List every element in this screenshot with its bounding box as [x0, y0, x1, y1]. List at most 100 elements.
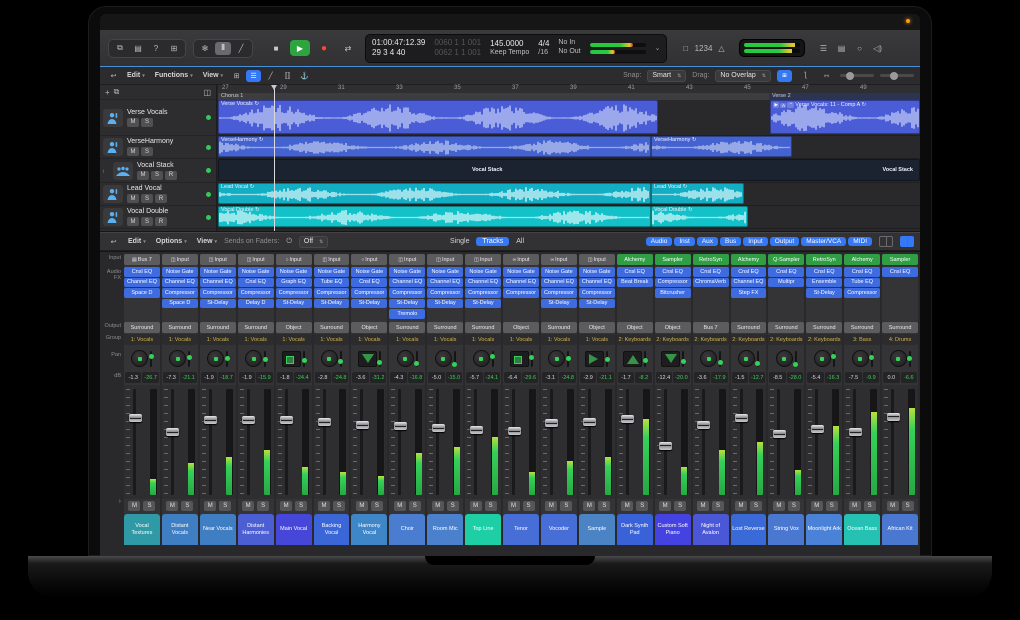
fx-plugin-st-delay[interactable]: St-Delay — [465, 299, 501, 309]
mute-button[interactable]: M — [318, 501, 330, 511]
group-slot[interactable]: 1: Vocals — [276, 334, 312, 345]
pan-mini-slider[interactable] — [340, 351, 342, 367]
pencil-icon[interactable]: ╱ — [233, 42, 249, 55]
fx-plugin-noise-gate[interactable]: Noise Gate — [200, 267, 236, 277]
vertical-zoom-slider[interactable] — [840, 74, 874, 77]
fx-plugin-tremolo[interactable]: Tremolo — [389, 309, 425, 319]
fx-plugin-tube-eq[interactable]: Tube EQ — [314, 278, 350, 288]
output-slot[interactable]: Object — [617, 322, 653, 333]
mute-button[interactable]: M — [773, 501, 785, 511]
pan-knob[interactable] — [321, 350, 338, 367]
channel-name[interactable]: Distant Harmonies — [238, 514, 274, 545]
duplicate-track-icon[interactable]: ⧉ — [114, 87, 120, 97]
mute-button[interactable]: M — [508, 501, 520, 511]
menu-view[interactable]: View▾ — [203, 72, 223, 79]
fx-plugin-st-delay[interactable]: St-Delay — [276, 299, 312, 309]
group-slot[interactable]: 3: Bass — [844, 334, 880, 345]
pan-control[interactable] — [238, 346, 274, 371]
fader-cap[interactable] — [508, 427, 521, 435]
channel-name[interactable]: Night of Avalon — [693, 514, 729, 545]
solo-button[interactable]: S — [181, 501, 193, 511]
group-slot[interactable]: 1: Vocals — [162, 334, 198, 345]
pan-knob[interactable] — [245, 350, 262, 367]
fx-plugin-cnsl-eq[interactable]: Cnsl EQ — [617, 267, 653, 277]
fx-plugin-compressor[interactable]: Compressor — [465, 288, 501, 298]
filter-master-vca[interactable]: Master/VCA — [801, 237, 846, 246]
track-sort-icon[interactable]: ◫ — [203, 88, 211, 97]
fx-plugin-space-d[interactable]: Space D — [124, 288, 160, 298]
play-button[interactable]: ▶ — [290, 40, 310, 56]
mute-button[interactable]: M — [887, 501, 899, 511]
cycle-button[interactable]: ⇄ — [338, 40, 358, 56]
input-slot[interactable]: ◫Input — [200, 254, 236, 265]
input-slot[interactable]: ∞Input — [541, 254, 577, 265]
input-slot[interactable]: ◫Input — [162, 254, 198, 265]
channel-name[interactable]: Vocoder — [541, 514, 577, 545]
fx-plugin-channel-eq[interactable]: Channel EQ — [541, 278, 577, 288]
pan-knob[interactable] — [890, 350, 907, 367]
pan-mini-slider[interactable] — [226, 351, 228, 367]
mixer-menu-options[interactable]: Options▾ — [156, 238, 187, 245]
fx-plugin-noise-gate[interactable]: Noise Gate — [541, 267, 577, 277]
horizontal-zoom-slider[interactable] — [880, 74, 914, 77]
mute-button[interactable]: M — [356, 501, 368, 511]
output-slot[interactable]: Object — [276, 322, 312, 333]
fx-plugin-compressor[interactable]: Compressor — [579, 288, 615, 298]
channel-name[interactable]: Vocal Textures — [124, 514, 160, 545]
fx-plugin-compressor[interactable]: Compressor — [200, 288, 236, 298]
mute-button[interactable]: M — [127, 147, 139, 156]
solo-button[interactable]: S — [636, 501, 648, 511]
pan-control[interactable] — [503, 346, 539, 371]
fx-plugin-cnsl-eq[interactable]: Cnsl EQ — [806, 267, 842, 277]
fx-plugin-st-delay[interactable]: St-Delay — [806, 288, 842, 298]
fx-plugin-channel-eq[interactable]: Channel EQ — [124, 278, 160, 288]
input-slot[interactable]: ○Input — [276, 254, 312, 265]
fx-plugin-noise-gate[interactable]: Noise Gate — [276, 267, 312, 277]
solo-button[interactable]: S — [151, 171, 163, 180]
fx-plugin-cnsl-eq[interactable]: Cnsl EQ — [655, 267, 691, 277]
fx-plugin-delay-d[interactable]: Delay D — [238, 299, 274, 309]
output-slot[interactable]: Surround — [882, 322, 918, 333]
apple-loops-icon[interactable]: ○ — [851, 42, 867, 55]
fader-cap[interactable] — [735, 414, 748, 422]
output-slot[interactable]: Surround — [238, 322, 274, 333]
power-icon[interactable]: ⏻ — [286, 238, 292, 246]
grid-icon[interactable]: ⊞ — [229, 70, 244, 82]
mute-button[interactable]: M — [432, 501, 444, 511]
fx-plugin-beat-break[interactable]: Beat Break — [617, 278, 653, 288]
solo-icon[interactable]: □ — [677, 42, 693, 55]
input-slot[interactable]: RetroSyn — [693, 254, 729, 265]
list-icon[interactable]: ☰ — [246, 70, 261, 82]
mute-button[interactable]: M — [659, 501, 671, 511]
channel-name[interactable]: Backing Vocal — [314, 514, 350, 545]
channel-name[interactable]: String Vox — [768, 514, 804, 545]
record-enable-button[interactable]: R — [155, 194, 167, 203]
channel-name[interactable]: Tenor — [503, 514, 539, 545]
output-slot[interactable]: Bus 7 — [693, 322, 729, 333]
pan-mini-slider[interactable] — [757, 351, 759, 367]
track-header-vocal-double[interactable]: Vocal DoubleMSR — [100, 206, 216, 229]
marker-chorus-1[interactable]: Chorus 1 — [218, 93, 769, 100]
fx-plugin-st-delay[interactable]: St-Delay — [200, 299, 236, 309]
fx-plugin-st-delay[interactable]: St-Delay — [351, 299, 387, 309]
fx-plugin-noise-gate[interactable]: Noise Gate — [427, 267, 463, 277]
sends-dropdown[interactable]: Off⇅ — [299, 236, 328, 248]
channel-name[interactable]: Sample — [579, 514, 615, 545]
solo-button[interactable]: S — [371, 501, 383, 511]
fader-cap[interactable] — [356, 421, 369, 429]
pan-mini-slider[interactable] — [188, 351, 190, 367]
filter-aux[interactable]: Aux — [697, 237, 718, 246]
fader-cap[interactable] — [242, 416, 255, 424]
fader-cap[interactable] — [849, 428, 862, 436]
group-slot[interactable]: 2: Keyboards — [693, 334, 729, 345]
group-slot[interactable]: 1: Vocals — [465, 334, 501, 345]
mute-button[interactable]: M — [811, 501, 823, 511]
mute-button[interactable]: M — [470, 501, 482, 511]
pan-mini-slider[interactable] — [492, 351, 494, 367]
group-slot[interactable]: 2: Keyboards — [655, 334, 691, 345]
solo-button[interactable]: S — [141, 194, 153, 203]
metronome-icon[interactable]: △ — [713, 42, 729, 55]
channel-name[interactable]: Choir — [389, 514, 425, 545]
group-slot[interactable]: 2: Keyboards — [806, 334, 842, 345]
mute-button[interactable]: M — [127, 217, 139, 226]
